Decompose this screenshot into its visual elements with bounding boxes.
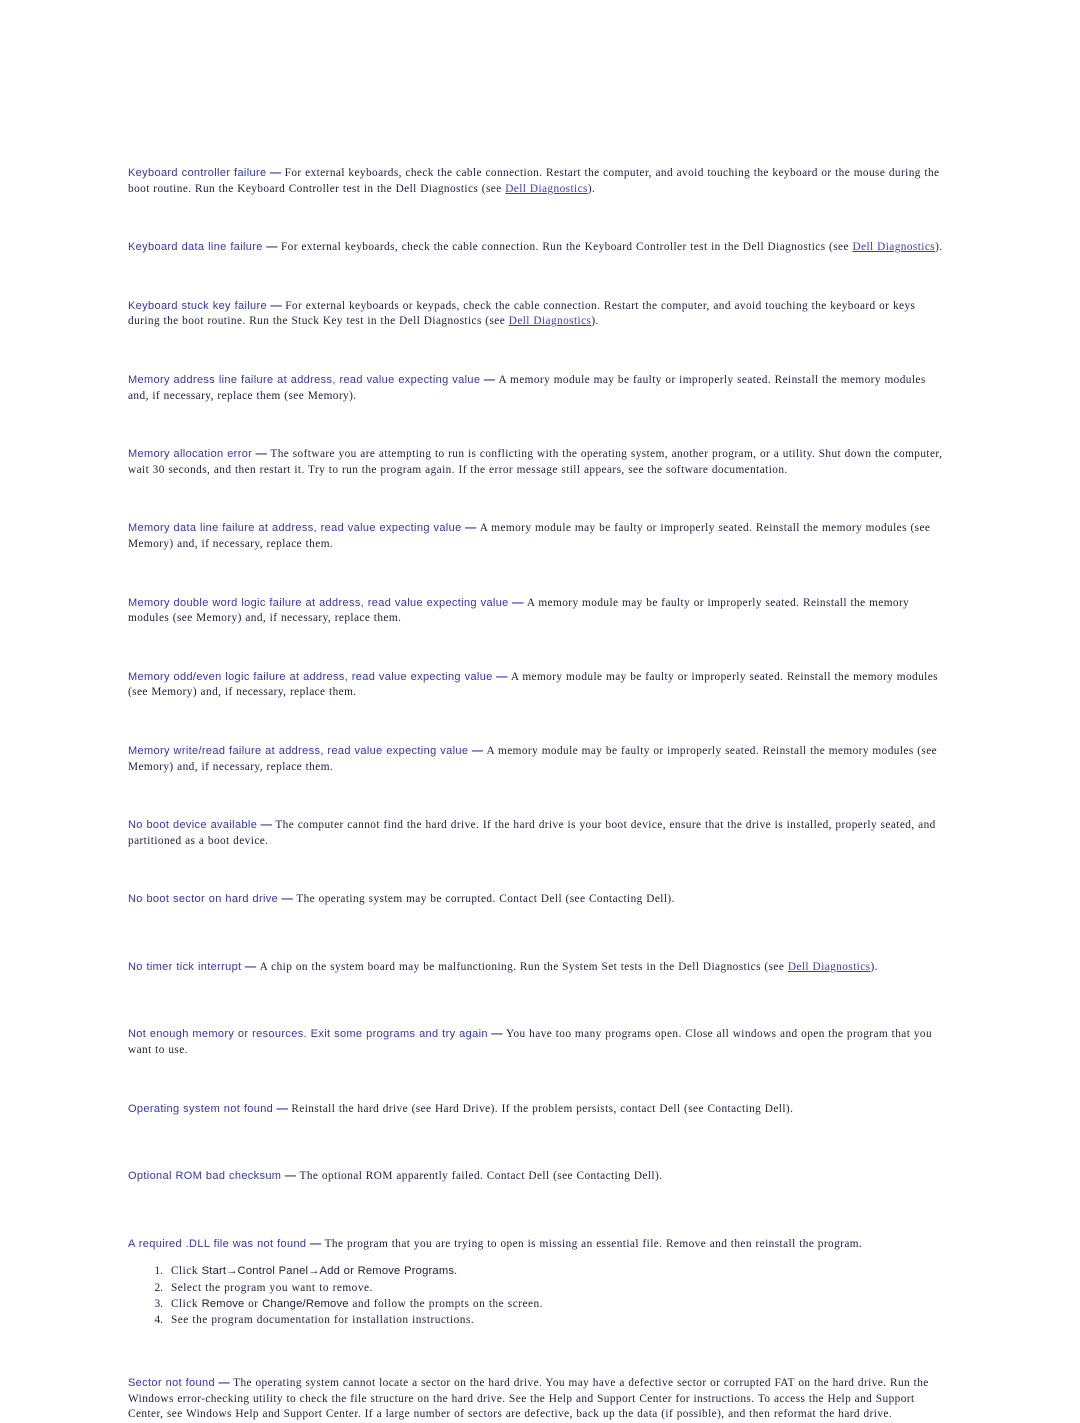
dell-diagnostics-link[interactable]: Dell Diagnostics (509, 315, 592, 327)
error-body: The operating system cannot locate a sec… (128, 1377, 929, 1421)
error-heading: Keyboard stuck key failure (128, 299, 268, 312)
error-heading: Keyboard controller failure (128, 167, 267, 179)
document-page: Keyboard controller failure — For extern… (0, 0, 1080, 1420)
heading-separator: — (241, 960, 260, 973)
heading-separator: — (257, 819, 276, 832)
error-entry-optional-rom-bad-checksum: Optional ROM bad checksum — The optional… (128, 1169, 948, 1185)
error-heading: No boot device available (128, 819, 258, 832)
ui-label-add-or-remove-programs: Add or Remove Programs (319, 1265, 455, 1278)
procedure-steps-list: 1. Click Start→Control Panel→Add or Remov… (128, 1264, 948, 1328)
error-entry-keyboard-stuck-key-failure: Keyboard stuck key failure — For externa… (128, 299, 948, 330)
step-text: Select the program you want to remove. (171, 1281, 373, 1294)
ui-label-control-panel: Control Panel (237, 1265, 309, 1278)
step-text-pre: Click (171, 1297, 202, 1310)
error-messages-content: Keyboard controller failure — For extern… (128, 166, 948, 1423)
step-number: 1. (154, 1265, 163, 1278)
heading-separator: — (492, 670, 511, 683)
heading-separator: — (487, 1028, 507, 1041)
list-item: 2. Select the program you want to remove. (128, 1281, 948, 1296)
heading-separator: — (480, 373, 499, 386)
error-entry-memory-data-line-failure: Memory data line failure at address, rea… (128, 521, 948, 552)
heading-separator: — (267, 299, 286, 312)
error-body: The operating system may be corrupted. C… (296, 893, 675, 906)
error-heading: A required .DLL file was not found (128, 1237, 307, 1250)
heading-separator: — (266, 167, 285, 179)
error-entry-no-boot-device-available: No boot device available — The computer … (128, 818, 948, 849)
ui-label-remove: Remove (201, 1297, 245, 1310)
step-text-post: and follow the prompts on the screen. (348, 1297, 543, 1310)
heading-separator: — (281, 1170, 300, 1183)
error-heading: Memory odd/even logic failure at address… (128, 670, 493, 683)
error-body: Reinstall the hard drive (see Hard Drive… (291, 1102, 794, 1115)
error-heading: No timer tick interrupt (128, 960, 242, 973)
error-heading: Memory address line failure at address, … (128, 373, 481, 386)
list-item: 4. See the program documentation for inst… (128, 1313, 948, 1328)
error-heading: Sector not found (128, 1377, 215, 1390)
heading-separator: — (468, 744, 487, 757)
error-entry-sector-not-found: Sector not found — The operating system … (128, 1376, 948, 1423)
error-body: The program that you are trying to open … (324, 1237, 863, 1250)
heading-separator: — (461, 522, 480, 535)
error-entry-keyboard-controller-failure: Keyboard controller failure — For extern… (128, 166, 948, 197)
error-heading: Operating system not found (128, 1102, 274, 1115)
error-body-after-link: ). (591, 315, 599, 328)
step-number: 4. (154, 1314, 163, 1327)
error-heading: Keyboard data line failure (128, 241, 263, 254)
list-item: 1. Click Start→Control Panel→Add or Remov… (128, 1264, 948, 1279)
heading-separator: — (306, 1237, 325, 1250)
error-entry-memory-odd-even-logic-failure: Memory odd/even logic failure at address… (128, 670, 948, 701)
heading-separator: — (273, 1102, 292, 1115)
error-body-after-link: ). (935, 241, 943, 254)
step-number: 2. (154, 1281, 163, 1294)
heading-separator: — (508, 596, 527, 609)
error-entry-no-timer-tick-interrupt: No timer tick interrupt — A chip on the … (128, 960, 948, 976)
ui-label-change-remove: Change/Remove (262, 1297, 349, 1310)
ui-label-start: Start (201, 1265, 227, 1278)
error-body-before-link: For external keyboards, check the cable … (280, 241, 853, 254)
error-entry-keyboard-data-line-failure: Keyboard data line failure — For externa… (128, 240, 948, 256)
error-entry-required-dll-file-not-found: A required .DLL file was not found — The… (128, 1237, 948, 1328)
step-text-mid: or (244, 1297, 263, 1310)
error-heading: No boot sector on hard drive (128, 893, 279, 906)
error-heading: Not enough memory or resources. Exit som… (128, 1028, 488, 1041)
dell-diagnostics-link[interactable]: Dell Diagnostics (505, 183, 588, 195)
dell-diagnostics-link[interactable]: Dell Diagnostics (788, 961, 871, 973)
error-body-before-link: A chip on the system board may be malfun… (259, 960, 788, 973)
list-item: 3. Click Remove or Change/Remove and foll… (128, 1297, 948, 1312)
error-entry-operating-system-not-found: Operating system not found — Reinstall t… (128, 1102, 948, 1118)
arrow-icon: → (226, 1265, 238, 1278)
error-entry-memory-allocation-error: Memory allocation error — The software y… (128, 447, 948, 478)
error-heading: Memory allocation error (128, 448, 253, 461)
error-heading: Optional ROM bad checksum (128, 1170, 282, 1183)
step-text-post: . (454, 1265, 458, 1278)
error-entry-not-enough-memory-or-resources: Not enough memory or resources. Exit som… (128, 1027, 948, 1058)
arrow-icon: → (308, 1265, 320, 1278)
error-heading: Memory data line failure at address, rea… (128, 522, 462, 535)
error-heading: Memory double word logic failure at addr… (128, 596, 509, 609)
error-body: The optional ROM apparently failed. Cont… (299, 1170, 663, 1183)
heading-separator: — (278, 893, 297, 906)
heading-separator: — (262, 241, 281, 254)
heading-separator: — (214, 1377, 234, 1390)
error-entry-no-boot-sector-on-hard-drive: No boot sector on hard drive — The opera… (128, 892, 948, 908)
heading-separator: — (252, 448, 271, 461)
error-body-after-link: ). (870, 960, 878, 973)
error-entry-memory-address-line-failure: Memory address line failure at address, … (128, 373, 948, 404)
dell-diagnostics-link[interactable]: Dell Diagnostics (852, 241, 935, 253)
error-entry-memory-write-read-failure: Memory write/read failure at address, re… (128, 744, 948, 775)
step-text: See the program documentation for instal… (171, 1314, 475, 1327)
error-entry-memory-double-word-logic-failure: Memory double word logic failure at addr… (128, 596, 948, 627)
error-heading: Memory write/read failure at address, re… (128, 744, 469, 757)
error-body-after-link: ). (587, 182, 596, 195)
step-text-pre: Click (171, 1265, 202, 1278)
dll-entry-paragraph: A required .DLL file was not found — The… (128, 1237, 948, 1253)
step-number: 3. (154, 1297, 163, 1310)
